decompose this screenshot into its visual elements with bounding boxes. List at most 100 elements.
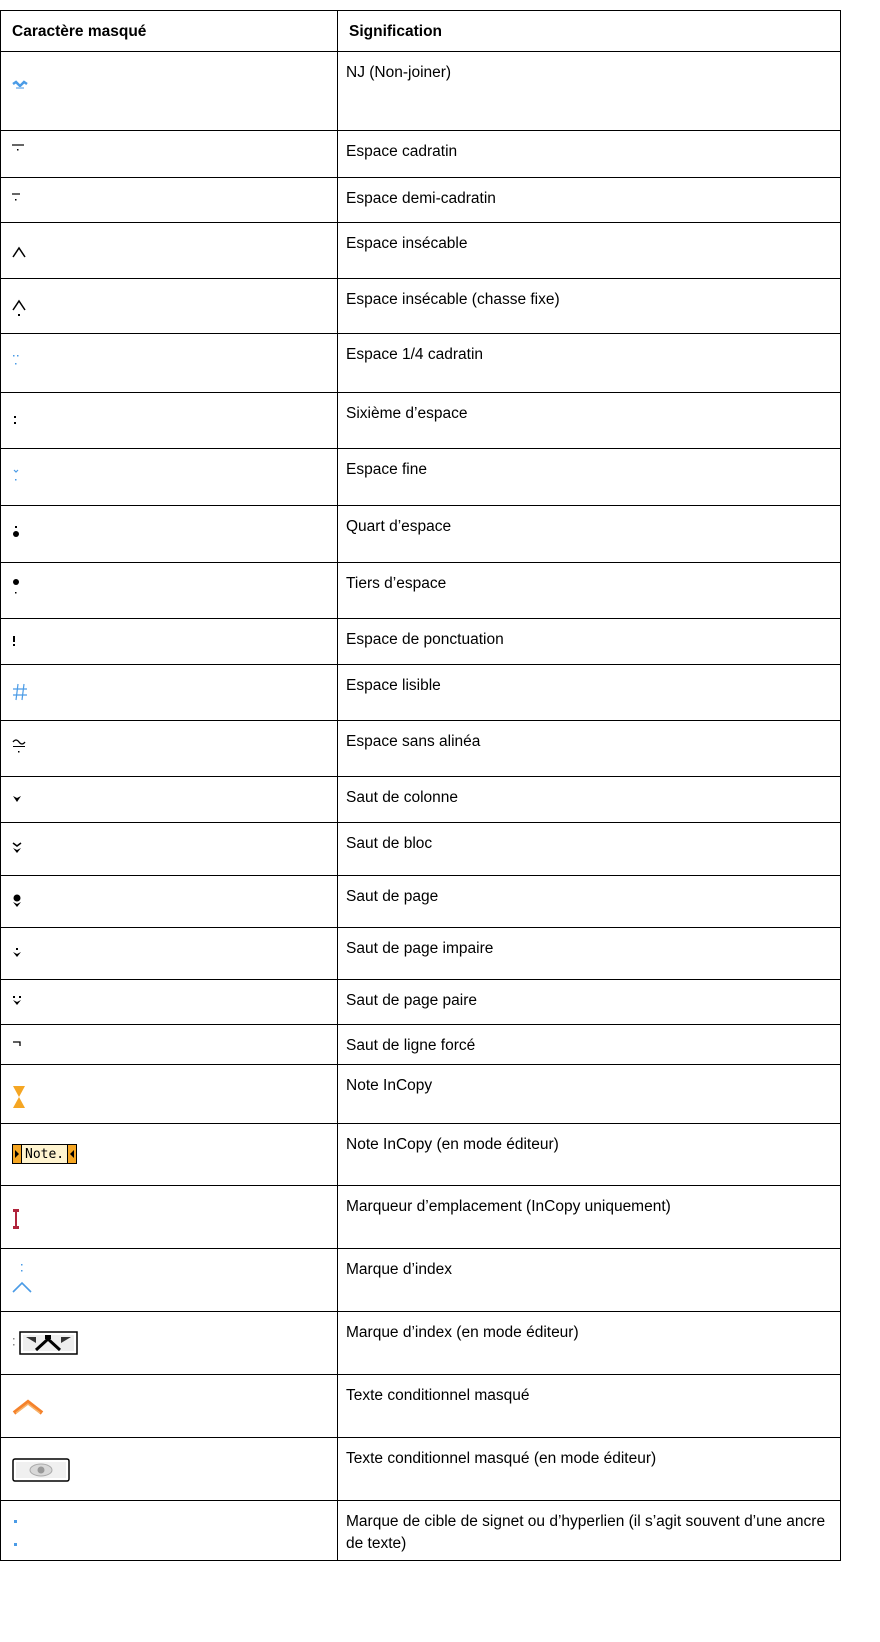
symbol-cell	[0, 448, 338, 506]
symbol-cell	[0, 1185, 338, 1249]
quarter-em-space-icon	[12, 353, 22, 371]
column-header-meaning: Signification	[337, 10, 841, 52]
table-row: Espace 1/4 cadratin	[0, 333, 841, 393]
non-joiner-icon	[12, 80, 28, 92]
meaning-cell: Marque de cible de signet ou d’hyperlien…	[337, 1500, 841, 1561]
en-space-icon	[12, 192, 22, 206]
symbol-cell	[0, 927, 338, 980]
hidden-conditional-text-icon	[12, 1399, 44, 1415]
table-row: Espace lisible	[0, 664, 841, 721]
location-marker-icon	[12, 1208, 22, 1230]
nonbreaking-space-fixed-width-icon	[12, 299, 26, 317]
table-row: Note. Note InCopy (en mode éditeur)	[0, 1123, 841, 1186]
meaning-cell: Saut de page paire	[337, 979, 841, 1025]
meaning-cell: Espace 1/4 cadratin	[337, 333, 841, 393]
meaning-cell: Espace insécable (chasse fixe)	[337, 278, 841, 334]
bookmark-hyperlink-target-icon	[12, 1517, 20, 1549]
table-row: Quart d’espace	[0, 505, 841, 563]
table-row: Texte conditionnel masqué	[0, 1374, 841, 1438]
table-row: Saut de page paire	[0, 979, 841, 1025]
symbol-cell	[0, 130, 338, 178]
symbol-cell	[0, 1064, 338, 1124]
symbol-cell	[0, 979, 338, 1025]
table-row: Texte conditionnel masqué (en mode édite…	[0, 1437, 841, 1501]
table-row: NJ (Non-joiner)	[0, 51, 841, 131]
symbol-cell	[0, 278, 338, 334]
index-marker-icon	[12, 1263, 32, 1295]
meaning-cell: Tiers d’espace	[337, 562, 841, 619]
symbol-cell: Note.	[0, 1123, 338, 1186]
sixth-space-icon	[12, 413, 20, 427]
page-break-icon	[12, 894, 22, 908]
incopy-note-label: Note.	[22, 1144, 68, 1164]
table-row: Tiers d’espace	[0, 562, 841, 619]
symbol-cell	[0, 618, 338, 665]
column-break-icon	[12, 794, 22, 804]
table-row: Sixième d’espace	[0, 392, 841, 449]
table-row: Saut de colonne	[0, 776, 841, 823]
meaning-cell: Espace insécable	[337, 222, 841, 279]
symbol-cell	[0, 1248, 338, 1312]
quarter-space-icon	[12, 524, 22, 540]
table-row: Espace de ponctuation	[0, 618, 841, 665]
table-row: Saut de ligne forcé	[0, 1024, 841, 1065]
table-row: Espace cadratin	[0, 130, 841, 178]
figure-space-icon	[12, 683, 28, 701]
incopy-note-editor-icon: Note.	[12, 1144, 78, 1164]
symbol-cell	[0, 177, 338, 223]
flush-space-icon	[12, 736, 26, 756]
table-row: Marqueur d’emplacement (InCopy uniquemen…	[0, 1185, 841, 1249]
meaning-cell: Espace de ponctuation	[337, 618, 841, 665]
table-row: Saut de bloc	[0, 822, 841, 876]
forced-line-break-icon	[12, 1040, 22, 1048]
symbol-cell	[0, 333, 338, 393]
meaning-cell: Marque d’index	[337, 1248, 841, 1312]
meaning-cell: Texte conditionnel masqué (en mode édite…	[337, 1437, 841, 1501]
symbol-cell	[0, 875, 338, 928]
meaning-cell: Saut de ligne forcé	[337, 1024, 841, 1065]
symbol-cell	[0, 1437, 338, 1501]
index-marker-editor-icon	[12, 1330, 78, 1356]
meaning-cell: NJ (Non-joiner)	[337, 51, 841, 131]
meaning-cell: Saut de page impaire	[337, 927, 841, 980]
symbol-cell	[0, 1374, 338, 1438]
meaning-cell: Note InCopy	[337, 1064, 841, 1124]
meaning-cell: Espace fine	[337, 448, 841, 506]
table-row: Note InCopy	[0, 1064, 841, 1124]
frame-break-icon	[12, 841, 22, 855]
punctuation-space-icon	[12, 635, 18, 647]
table-row: Espace fine	[0, 448, 841, 506]
symbol-cell	[0, 222, 338, 279]
symbol-cell	[0, 51, 338, 131]
meaning-cell: Saut de bloc	[337, 822, 841, 876]
symbol-cell	[0, 505, 338, 563]
symbol-cell	[0, 1500, 338, 1561]
table-row: Marque de cible de signet ou d’hyperlien…	[0, 1500, 841, 1561]
hidden-conditional-text-editor-icon	[12, 1458, 70, 1482]
meaning-cell: Saut de page	[337, 875, 841, 928]
symbol-cell	[0, 1311, 338, 1375]
table-row: Espace insécable (chasse fixe)	[0, 278, 841, 334]
hidden-characters-table: Caractère masqué Signification NJ (Non-j…	[0, 10, 841, 1561]
em-space-icon	[12, 143, 24, 157]
table-row: Saut de page impaire	[0, 927, 841, 980]
symbol-cell	[0, 392, 338, 449]
table-header-row: Caractère masqué Signification	[0, 10, 841, 52]
table-row: Espace demi-cadratin	[0, 177, 841, 223]
symbol-cell	[0, 664, 338, 721]
symbol-cell	[0, 562, 338, 619]
symbol-cell	[0, 822, 338, 876]
column-header-character: Caractère masqué	[0, 10, 338, 52]
symbol-cell	[0, 720, 338, 777]
meaning-cell: Espace cadratin	[337, 130, 841, 178]
thin-space-icon	[12, 468, 22, 486]
meaning-cell: Espace lisible	[337, 664, 841, 721]
even-page-break-icon	[12, 995, 22, 1007]
table-row: Saut de page	[0, 875, 841, 928]
symbol-cell	[0, 1024, 338, 1065]
meaning-cell: Marqueur d’emplacement (InCopy uniquemen…	[337, 1185, 841, 1249]
meaning-cell: Saut de colonne	[337, 776, 841, 823]
symbol-cell	[0, 776, 338, 823]
incopy-note-icon	[12, 1085, 26, 1109]
meaning-cell: Quart d’espace	[337, 505, 841, 563]
